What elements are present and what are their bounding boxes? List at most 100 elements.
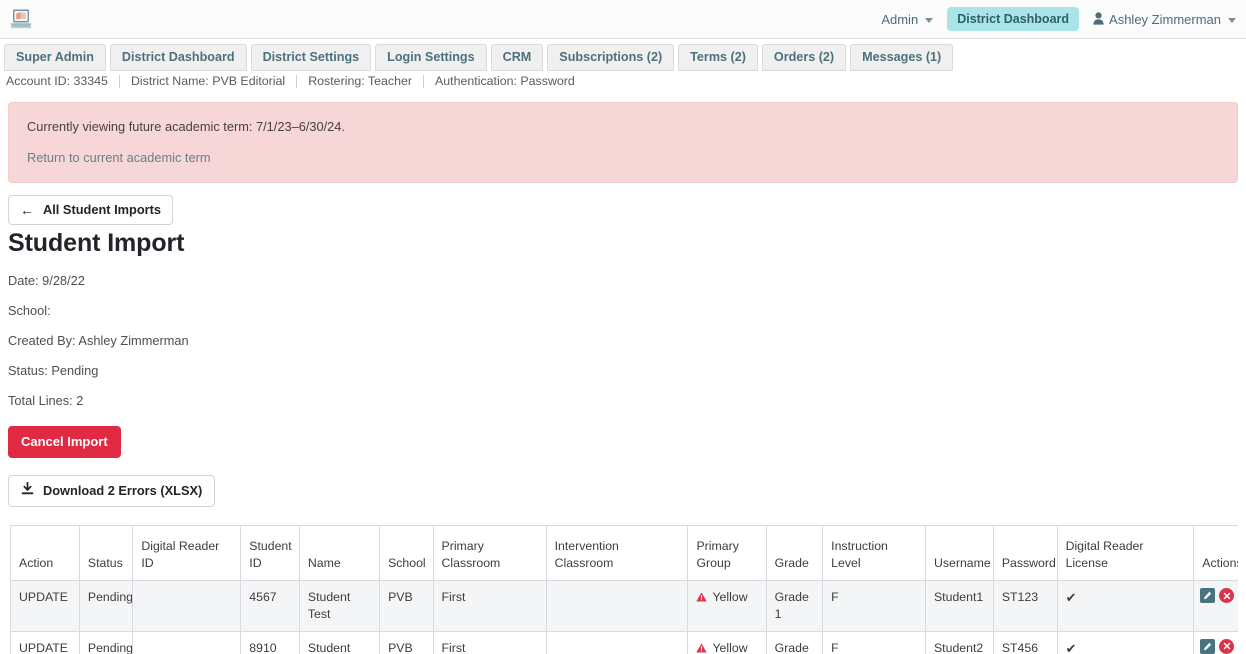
primary-group-value: Yellow bbox=[712, 640, 748, 654]
col-digital-reader-license: Digital Reader License bbox=[1056, 525, 1195, 582]
person-icon bbox=[1093, 11, 1104, 27]
cell-username: Student2 bbox=[924, 630, 994, 654]
col-grade: Grade bbox=[765, 525, 824, 582]
col-primary-classroom: Primary Classroom bbox=[432, 525, 547, 582]
download-icon bbox=[21, 482, 34, 499]
col-instruction-level: Instruction Level bbox=[822, 525, 926, 582]
arrow-left-icon: ← bbox=[20, 201, 34, 218]
pencil-edit-icon[interactable] bbox=[1200, 588, 1216, 604]
district-name: District Name: PVB Editorial bbox=[130, 74, 286, 89]
table-header-row: Action Status Digital Reader ID Student … bbox=[10, 525, 1238, 582]
cancel-import-button[interactable]: Cancel Import bbox=[8, 426, 121, 459]
col-primary-group: Primary Group bbox=[687, 525, 767, 582]
cell-primary-group: Yellow bbox=[687, 580, 767, 632]
admin-menu-label: Admin bbox=[881, 11, 919, 27]
divider bbox=[422, 74, 424, 88]
col-school: School bbox=[379, 525, 434, 582]
col-actions: Actions bbox=[1193, 525, 1238, 582]
tab-crm[interactable]: CRM bbox=[490, 44, 544, 72]
page-title: Student Import bbox=[8, 229, 185, 258]
col-digital-reader-id: Digital Reader ID bbox=[132, 525, 242, 582]
cell-primary-group: Yellow bbox=[687, 630, 767, 654]
pencil-edit-icon[interactable] bbox=[1200, 638, 1216, 654]
cell-primary-classroom: First bbox=[432, 630, 547, 654]
cell-action: UPDATE bbox=[10, 630, 80, 654]
table-row: UPDATE Pending 4567 Student Test PVB Fir… bbox=[10, 580, 1238, 632]
book-laptop-logo-icon[interactable] bbox=[8, 6, 34, 32]
warning-triangle-icon bbox=[696, 641, 708, 654]
cell-school: PVB bbox=[379, 580, 434, 632]
header-right-nav: Admin District Dashboard Ashley Zimmerma… bbox=[881, 7, 1236, 31]
cell-digital-reader-id bbox=[132, 580, 242, 632]
future-term-alert: Currently viewing future academic term: … bbox=[8, 102, 1238, 184]
warning-triangle-icon bbox=[696, 590, 708, 607]
tab-subscriptions[interactable]: Subscriptions (2) bbox=[547, 44, 675, 72]
cell-student-id: 4567 bbox=[240, 580, 300, 632]
col-password: Password bbox=[992, 525, 1058, 582]
district-dashboard-badge[interactable]: District Dashboard bbox=[947, 7, 1080, 31]
account-info-bar: Account ID: 33345 District Name: PVB Edi… bbox=[0, 71, 1246, 92]
import-lines-table: Action Status Digital Reader ID Student … bbox=[10, 525, 1238, 654]
cell-digital-reader-license: ✔ bbox=[1056, 630, 1195, 654]
rostering-type: Rostering: Teacher bbox=[308, 74, 412, 89]
alert-container: Currently viewing future academic term: … bbox=[0, 92, 1246, 184]
cell-status: Pending bbox=[78, 580, 134, 632]
cell-actions bbox=[1193, 580, 1238, 632]
col-name: Name bbox=[298, 525, 381, 582]
download-errors-label: Download 2 Errors (XLSX) bbox=[43, 483, 203, 499]
col-username: Username bbox=[924, 525, 994, 582]
chevron-down-icon bbox=[925, 17, 934, 23]
remove-circle-icon[interactable] bbox=[1219, 588, 1235, 604]
cell-school: PVB bbox=[379, 630, 434, 654]
cell-intervention-classroom bbox=[545, 580, 689, 632]
cell-instruction-level: F bbox=[822, 630, 926, 654]
cell-actions bbox=[1193, 630, 1238, 654]
col-action: Action bbox=[10, 525, 80, 582]
tab-district-settings[interactable]: District Settings bbox=[250, 44, 372, 72]
cell-grade: Grade 1 bbox=[765, 630, 824, 654]
tab-messages[interactable]: Messages (1) bbox=[850, 44, 954, 72]
return-to-current-term-link[interactable]: Return to current academic term bbox=[27, 150, 211, 165]
import-school: School: bbox=[8, 303, 51, 319]
tab-district-dashboard[interactable]: District Dashboard bbox=[109, 44, 247, 72]
divider bbox=[118, 74, 120, 88]
cell-grade: Grade 1 bbox=[765, 580, 824, 632]
table-row: UPDATE Pending 8910 Student Test 1 PVB F… bbox=[10, 630, 1238, 654]
cell-name: Student Test bbox=[298, 580, 381, 632]
cell-password: ST456 bbox=[992, 630, 1058, 654]
remove-circle-icon[interactable] bbox=[1219, 638, 1235, 654]
import-total-lines: Total Lines: 2 bbox=[8, 393, 84, 409]
cell-action: UPDATE bbox=[10, 580, 80, 632]
cell-name: Student Test 1 bbox=[298, 630, 381, 654]
cell-primary-classroom: First bbox=[432, 580, 547, 632]
divider bbox=[296, 74, 298, 88]
cell-digital-reader-id bbox=[132, 630, 242, 654]
col-intervention-classroom: Intervention Classroom bbox=[545, 525, 689, 582]
tab-login-settings[interactable]: Login Settings bbox=[375, 44, 487, 72]
authentication-type: Authentication: Password bbox=[434, 74, 575, 89]
account-id: Account ID: 33345 bbox=[6, 74, 108, 89]
cell-status: Pending bbox=[78, 630, 134, 654]
tab-super-admin[interactable]: Super Admin bbox=[4, 44, 106, 72]
admin-menu[interactable]: Admin bbox=[881, 11, 934, 27]
all-student-imports-label: All Student Imports bbox=[43, 202, 162, 218]
main-content: ← All Student Imports Student Import Dat… bbox=[0, 183, 1246, 654]
top-header-bar: Admin District Dashboard Ashley Zimmerma… bbox=[0, 0, 1246, 39]
import-date: Date: 9/28/22 bbox=[8, 273, 85, 289]
all-student-imports-button[interactable]: ← All Student Imports bbox=[8, 195, 174, 226]
download-errors-button[interactable]: Download 2 Errors (XLSX) bbox=[8, 475, 216, 508]
import-created-by: Created By: Ashley Zimmerman bbox=[8, 333, 189, 349]
user-menu[interactable]: Ashley Zimmerman bbox=[1093, 11, 1236, 27]
alert-message: Currently viewing future academic term: … bbox=[27, 119, 345, 135]
cell-digital-reader-license: ✔ bbox=[1056, 580, 1195, 632]
cell-username: Student1 bbox=[924, 580, 994, 632]
tab-terms[interactable]: Terms (2) bbox=[678, 44, 758, 72]
tab-orders[interactable]: Orders (2) bbox=[761, 44, 847, 72]
col-student-id: Student ID bbox=[240, 525, 300, 582]
cell-password: ST123 bbox=[992, 580, 1058, 632]
cell-instruction-level: F bbox=[822, 580, 926, 632]
cell-student-id: 8910 bbox=[240, 630, 300, 654]
col-status: Status bbox=[78, 525, 134, 582]
primary-group-value: Yellow bbox=[712, 590, 748, 605]
user-menu-label: Ashley Zimmerman bbox=[1109, 11, 1221, 27]
